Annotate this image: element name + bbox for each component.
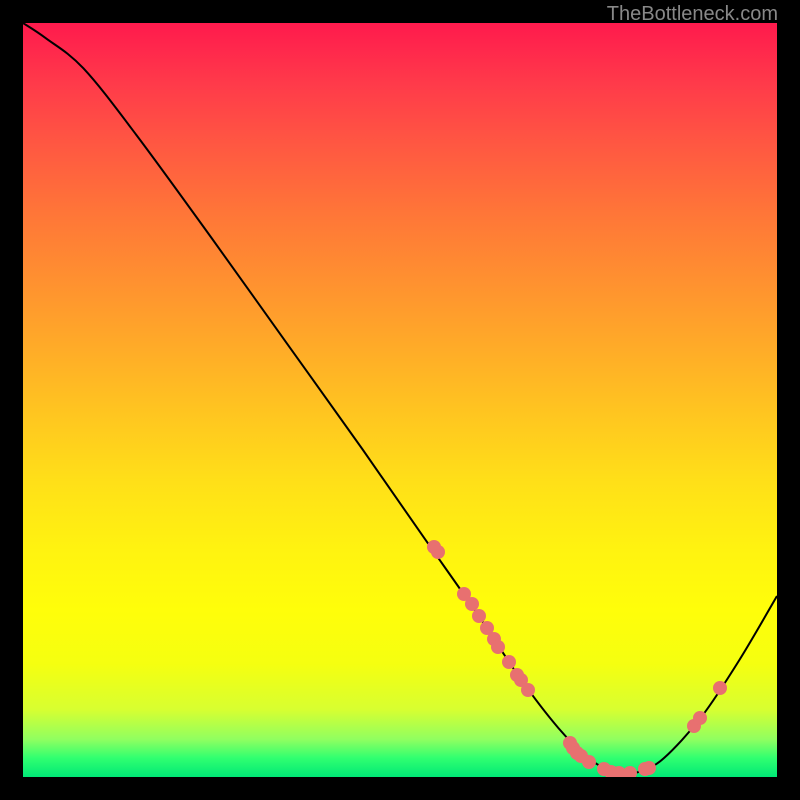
- scatter-dot: [491, 640, 505, 654]
- curve-svg: [23, 23, 777, 777]
- bottleneck-curve: [23, 23, 777, 774]
- scatter-dot: [431, 545, 445, 559]
- scatter-dot: [713, 681, 727, 695]
- scatter-dot: [693, 711, 707, 725]
- scatter-dot: [623, 766, 637, 777]
- watermark-text: TheBottleneck.com: [607, 3, 778, 26]
- scatter-dot: [465, 597, 479, 611]
- scatter-dot: [582, 755, 596, 769]
- scatter-dot: [521, 683, 535, 697]
- scatter-dot: [502, 655, 516, 669]
- plot-area: [23, 23, 777, 777]
- scatter-dot: [642, 761, 656, 775]
